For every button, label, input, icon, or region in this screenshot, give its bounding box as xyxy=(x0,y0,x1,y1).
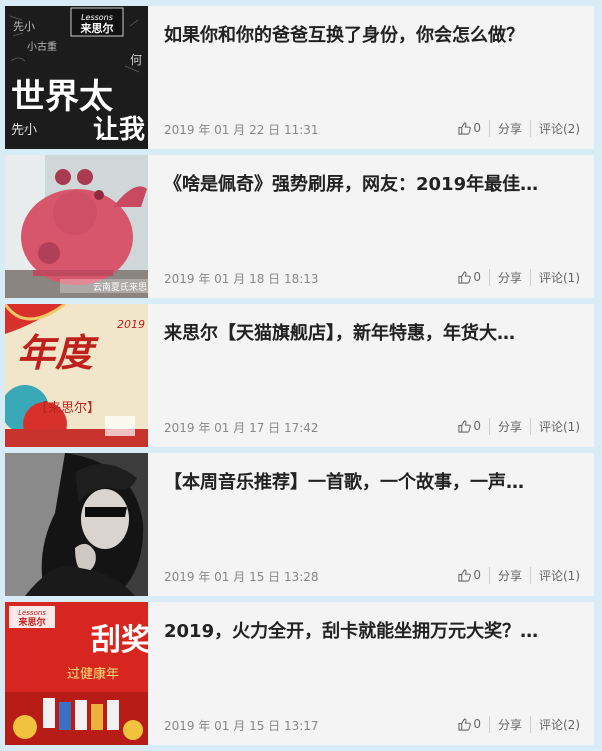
svg-text:让我: 让我 xyxy=(93,115,145,145)
comment-button[interactable]: 评论(1) xyxy=(530,417,580,435)
share-button[interactable]: 分享 xyxy=(488,119,530,137)
thumbs-up-icon xyxy=(458,121,472,135)
article-title[interactable]: 【本周音乐推荐】一首歌，一个故事，一声… xyxy=(164,468,574,494)
article-card[interactable]: 【本周音乐推荐】一首歌，一个故事，一声… 2019 年 01 月 15 日 13… xyxy=(5,453,594,596)
watermark: 云南夏氏来思 xyxy=(93,281,147,293)
share-button[interactable]: 分享 xyxy=(488,715,530,733)
article-title[interactable]: 《啥是佩奇》强势刷屏，网友：2019年最佳… xyxy=(164,170,574,196)
thumb-headline: 年度 xyxy=(17,331,99,375)
article-actions: 0 分享 评论(1) xyxy=(450,268,580,286)
like-count: 0 xyxy=(473,568,481,582)
article-thumbnail: 年度 【来思尔】 2019 xyxy=(5,304,148,447)
like-button[interactable]: 0 xyxy=(450,121,489,135)
thumbs-up-icon xyxy=(458,270,472,284)
article-title[interactable]: 来思尔【天猫旗舰店】，新年特惠，年货大… xyxy=(164,319,574,345)
publish-date: 2019 年 01 月 15 日 13:17 xyxy=(164,719,319,733)
article-card[interactable]: Lessons 来思尔 世界太 让我 先小 小古重 先小 何 如果你和你的爸爸互… xyxy=(5,6,594,149)
thumb-headline: 世界太 xyxy=(11,77,113,117)
publish-date: 2019 年 01 月 22 日 11:31 xyxy=(164,123,319,137)
thumbs-up-icon xyxy=(458,419,472,433)
like-count: 0 xyxy=(473,419,481,433)
svg-text:先小: 先小 xyxy=(11,123,37,138)
svg-text:2019: 2019 xyxy=(117,318,145,331)
article-thumbnail: Lessons 来思尔 刮奖 过健康年 xyxy=(5,602,148,745)
article-actions: 0 分享 评论(1) xyxy=(450,417,580,435)
svg-text:来思尔: 来思尔 xyxy=(80,21,114,35)
like-button[interactable]: 0 xyxy=(450,568,489,582)
article-actions: 0 分享 评论(2) xyxy=(450,715,580,733)
svg-text:何: 何 xyxy=(130,53,142,67)
like-count: 0 xyxy=(473,717,481,731)
article-thumbnail: Lessons 来思尔 世界太 让我 先小 小古重 先小 何 xyxy=(5,6,148,149)
article-actions: 0 分享 评论(1) xyxy=(450,566,580,584)
article-actions: 0 分享 评论(2) xyxy=(450,119,580,137)
publish-date: 2019 年 01 月 15 日 13:28 xyxy=(164,570,319,584)
article-card[interactable]: 年度 【来思尔】 2019 来思尔【天猫旗舰店】，新年特惠，年货大… 2019 … xyxy=(5,304,594,447)
svg-text:【来思尔】: 【来思尔】 xyxy=(35,401,100,416)
share-button[interactable]: 分享 xyxy=(488,566,530,584)
brand-logo-text: Lessons xyxy=(81,13,113,22)
like-button[interactable]: 0 xyxy=(450,419,489,433)
article-title[interactable]: 2019，火力全开，刮卡就能坐拥万元大奖？… xyxy=(164,617,574,643)
article-thumbnail: 云南夏氏来思 xyxy=(5,155,148,298)
comment-button[interactable]: 评论(1) xyxy=(530,566,580,584)
article-title[interactable]: 如果你和你的爸爸互换了身份，你会怎么做？ xyxy=(164,21,574,47)
thumbs-up-icon xyxy=(458,568,472,582)
like-count: 0 xyxy=(473,121,481,135)
svg-text:先小: 先小 xyxy=(13,20,35,33)
comment-button[interactable]: 评论(2) xyxy=(530,715,580,733)
article-card[interactable]: Lessons 来思尔 刮奖 过健康年 2019，火力全开，刮卡就能坐拥万元大奖… xyxy=(5,602,594,745)
publish-date: 2019 年 01 月 17 日 17:42 xyxy=(164,421,319,435)
publish-date: 2019 年 01 月 18 日 18:13 xyxy=(164,272,319,286)
comment-button[interactable]: 评论(2) xyxy=(530,119,580,137)
svg-text:来思尔: 来思尔 xyxy=(17,616,45,628)
like-button[interactable]: 0 xyxy=(450,270,489,284)
comment-button[interactable]: 评论(1) xyxy=(530,268,580,286)
brand-logo-text: Lessons xyxy=(18,609,46,617)
share-button[interactable]: 分享 xyxy=(488,268,530,286)
svg-text:过健康年: 过健康年 xyxy=(67,666,119,682)
share-button[interactable]: 分享 xyxy=(488,417,530,435)
like-count: 0 xyxy=(473,270,481,284)
thumb-headline: 刮奖 xyxy=(91,623,148,658)
svg-text:小古重: 小古重 xyxy=(27,40,57,53)
thumbs-up-icon xyxy=(458,717,472,731)
article-card[interactable]: 云南夏氏来思 《啥是佩奇》强势刷屏，网友：2019年最佳… 2019 年 01 … xyxy=(5,155,594,298)
like-button[interactable]: 0 xyxy=(450,717,489,731)
article-thumbnail xyxy=(5,453,148,596)
